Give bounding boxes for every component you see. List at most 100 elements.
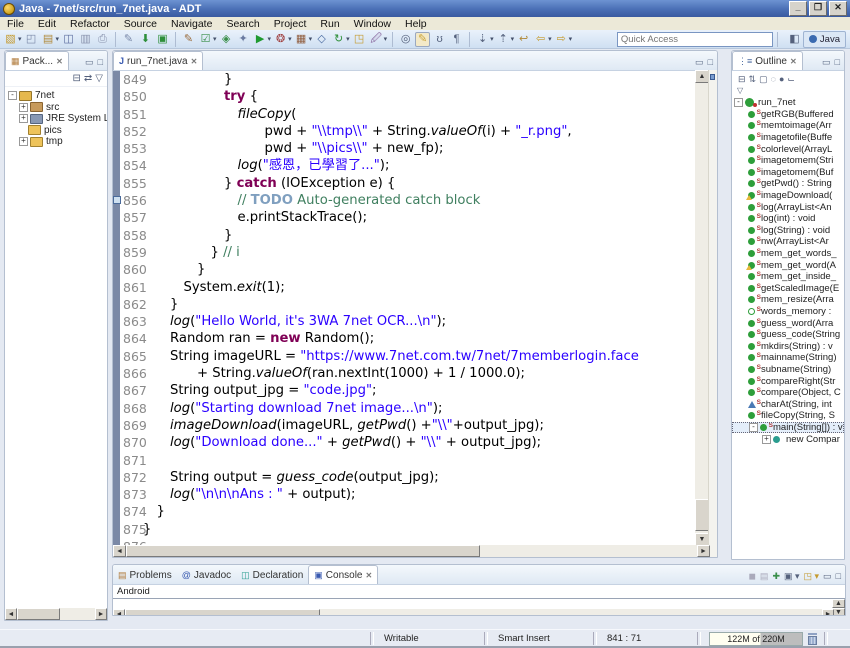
outline-root[interactable]: -run_7net xyxy=(732,97,844,109)
tree-item-src[interactable]: +src xyxy=(5,102,107,114)
minimize-view-icon[interactable]: ▭ xyxy=(823,572,832,581)
open-task-icon[interactable]: ◳ xyxy=(352,32,367,47)
new-file-dropdown-icon[interactable]: ▾ xyxy=(56,35,60,43)
menu-window[interactable]: Window xyxy=(347,18,398,30)
forward-dropdown-icon[interactable]: ▾ xyxy=(569,35,573,43)
overview-annotation-mark[interactable] xyxy=(710,74,715,80)
sdk-manager-icon[interactable]: ⬇ xyxy=(138,32,153,47)
lint-check-icon[interactable]: ✎ xyxy=(121,32,136,47)
hide-fields-icon[interactable]: ▢ xyxy=(759,74,768,85)
minimize-view-icon[interactable]: ▭ xyxy=(822,58,831,67)
editor-hscrollbar[interactable]: ◄ ► xyxy=(113,545,710,557)
expander-icon[interactable]: + xyxy=(19,137,28,146)
mark-occurrences-icon[interactable]: ✎ xyxy=(415,32,430,47)
refresh-icon[interactable]: ↻ xyxy=(331,32,346,47)
outline-item[interactable]: ScompareRight(Str xyxy=(732,375,844,387)
tree-item-7net[interactable]: -7net xyxy=(5,90,107,102)
close-button[interactable]: ✕ xyxy=(829,1,847,16)
menu-edit[interactable]: Edit xyxy=(31,18,63,30)
hide-static-icon[interactable]: ◌ xyxy=(771,74,776,84)
close-icon[interactable]: ✕ xyxy=(191,57,198,66)
menu-help[interactable]: Help xyxy=(398,18,434,30)
menu-project[interactable]: Project xyxy=(267,18,314,30)
outline-tree[interactable]: -run_7netSgetRGB(BufferedSmemtoimage(Arr… xyxy=(732,95,844,445)
new-file-icon[interactable]: ▤ xyxy=(41,32,56,47)
outline-item[interactable]: Scolorlevel(ArrayL xyxy=(732,143,844,155)
close-icon[interactable]: ✕ xyxy=(790,57,797,66)
search-icon[interactable]: ◎ xyxy=(398,32,413,47)
previous-annotation-dropdown-icon[interactable]: ▾ xyxy=(511,35,515,43)
overview-ruler[interactable] xyxy=(708,70,717,557)
debug-dropdown-icon[interactable]: ▾ xyxy=(288,35,292,43)
code-editor-area[interactable]: 849}850try {851fileCopy(852pwd + "\\tmp\… xyxy=(113,71,717,547)
view-menu-icon[interactable]: ▽ xyxy=(95,73,103,84)
menu-file[interactable]: File xyxy=(0,18,31,30)
outline-item[interactable]: Swords_memory : xyxy=(732,306,844,318)
tree-item-tmp[interactable]: +tmp xyxy=(5,136,107,148)
outline-item[interactable]: Smemtoimage(Arr xyxy=(732,120,844,132)
terminate-icon[interactable]: ◼ xyxy=(748,572,755,581)
outline-item[interactable]: Simagetomem(Stri xyxy=(732,155,844,167)
outline-item[interactable]: Smkdirs(String) : v xyxy=(732,340,844,352)
outline-item[interactable]: -Smain(String[]) : v xyxy=(732,422,844,434)
new-wizard-icon[interactable]: ▧ xyxy=(3,32,18,47)
debug-attach-icon[interactable]: ✎ xyxy=(181,32,196,47)
outline-item[interactable]: Simagetomem(Buf xyxy=(732,167,844,179)
open-console-icon[interactable]: ◳ ▾ xyxy=(804,572,820,581)
pin-console-icon[interactable]: ✚ xyxy=(772,572,780,581)
outline-item[interactable]: Sguess_word(Arra xyxy=(732,317,844,329)
outline-item[interactable]: SgetScaledImage(E xyxy=(732,283,844,295)
outline-item[interactable]: Slog(int) : void xyxy=(732,213,844,225)
next-annotation-icon[interactable]: ⇣ xyxy=(475,32,490,47)
console-output-area[interactable]: ▲▼ ◄ ► xyxy=(113,598,845,616)
minimize-view-icon[interactable]: ▭ xyxy=(695,58,704,67)
editor-vscrollbar[interactable]: ▲ ▼ xyxy=(695,70,709,546)
minimize-button[interactable]: _ xyxy=(789,1,807,16)
external-tools-icon[interactable]: ☑ xyxy=(198,32,213,47)
back-icon[interactable]: ⇦ xyxy=(533,32,548,47)
outline-item[interactable]: SgetPwd() : String xyxy=(732,178,844,190)
outline-item[interactable]: Slog(String) : void xyxy=(732,225,844,237)
outline-item[interactable]: Simagetofile(Buffe xyxy=(732,132,844,144)
tab-declaration[interactable]: ◫Declaration xyxy=(236,566,308,584)
menu-refactor[interactable]: Refactor xyxy=(63,18,117,30)
save-all-icon[interactable]: ▥ xyxy=(78,32,93,47)
avd-manager-icon[interactable]: ▣ xyxy=(155,32,170,47)
open-perspective-icon[interactable]: ◧ xyxy=(787,32,802,47)
tree-item-jre-system-lib[interactable]: +JRE System Lib xyxy=(5,113,107,125)
expander-icon[interactable]: + xyxy=(19,114,28,123)
tab-run-7net-java[interactable]: J run_7net.java ✕ xyxy=(113,51,203,70)
menu-search[interactable]: Search xyxy=(219,18,266,30)
outline-item[interactable]: Smem_get_inside_ xyxy=(732,271,844,283)
outline-item[interactable]: Ssubname(String) xyxy=(732,364,844,376)
collapse-all-icon[interactable]: ⊟ xyxy=(73,73,81,84)
open-element-icon[interactable]: ✦ xyxy=(236,32,251,47)
menu-navigate[interactable]: Navigate xyxy=(164,18,219,30)
new-wizard-dropdown-icon[interactable]: ▾ xyxy=(18,35,22,43)
coverage-icon[interactable]: ▦ xyxy=(294,32,309,47)
outline-item[interactable]: ScharAt(String, int xyxy=(732,398,844,410)
tab-package-explorer[interactable]: ▦ Pack... ✕ xyxy=(5,51,69,70)
open-resource-icon[interactable]: ◰ xyxy=(24,32,39,47)
show-whitespace-icon[interactable]: ¶ xyxy=(449,32,464,47)
tab-problems[interactable]: ▤Problems xyxy=(113,566,177,584)
package-explorer-hscrollbar[interactable]: ◄ ► xyxy=(5,608,107,620)
annotate-dropdown-icon[interactable]: ▾ xyxy=(384,35,388,43)
external-tools-dropdown-icon[interactable]: ▾ xyxy=(213,35,217,43)
tab-outline[interactable]: ⋮≡ Outline ✕ xyxy=(732,51,803,70)
collapse-all-icon[interactable]: ⊟ xyxy=(738,74,746,85)
quick-access-input[interactable] xyxy=(617,32,773,47)
outline-item[interactable]: Sguess_code(String xyxy=(732,329,844,341)
next-annotation-dropdown-icon[interactable]: ▾ xyxy=(490,35,494,43)
java-perspective-button[interactable]: Java xyxy=(803,31,846,48)
outline-item[interactable]: Smem_get_words_ xyxy=(732,248,844,260)
maximize-view-icon[interactable]: □ xyxy=(708,58,713,67)
tab-console[interactable]: ▣Console✕ xyxy=(308,565,378,584)
remove-launches-icon[interactable]: ▤ xyxy=(760,572,769,581)
previous-annotation-icon[interactable]: ⇡ xyxy=(496,32,511,47)
last-edit-location-icon[interactable]: ↩ xyxy=(516,32,531,47)
close-icon[interactable]: ✕ xyxy=(56,57,63,66)
restore-button[interactable]: ❐ xyxy=(809,1,827,16)
show-selected-element-icon[interactable]: ʊ xyxy=(432,32,447,47)
forward-icon[interactable]: ⇨ xyxy=(554,32,569,47)
